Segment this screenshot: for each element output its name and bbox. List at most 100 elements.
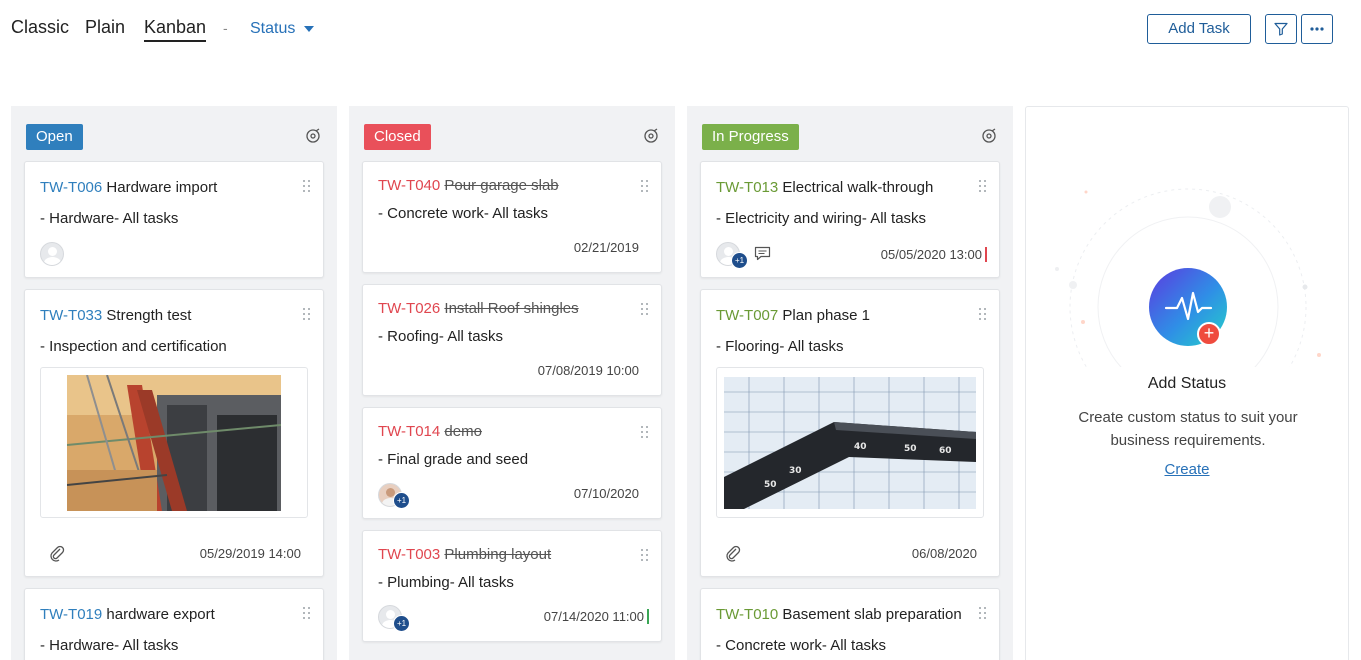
task-title[interactable]: TW-T019 hardware export [40,606,215,623]
task-id[interactable]: TW-T019 [40,606,102,623]
column-settings-icon[interactable] [981,128,997,144]
attachment-icon[interactable] [724,544,742,562]
column-settings-icon[interactable] [305,128,321,144]
task-title[interactable]: TW-T014 demo [378,423,482,440]
column-status-badge: Open [26,124,83,150]
svg-text:50: 50 [904,444,917,454]
task-id[interactable]: TW-T010 [716,606,778,623]
due-date-text: 05/05/2020 13:00 [880,247,982,262]
task-card[interactable]: TW-T014 demo - Final grade and seed +1 0… [362,407,662,519]
group-by-label: Status [250,20,296,37]
view-tab-plain[interactable]: Plain [85,17,125,38]
task-name[interactable]: Pour garage slab [444,177,558,194]
task-title[interactable]: TW-T033 Strength test [40,307,191,324]
task-card[interactable]: TW-T006 Hardware import - Hardware- All … [24,161,324,278]
task-list-name: - Concrete work- All tasks [378,205,549,222]
attachment-icon[interactable] [48,544,66,562]
construction-photo [67,375,281,511]
drag-handle-icon[interactable] [979,607,987,619]
task-id[interactable]: TW-T013 [716,179,778,196]
task-name[interactable]: Plumbing layout [444,546,551,563]
task-list-name: - Plumbing- All tasks [378,574,514,591]
more-icon [1310,27,1324,31]
more-button[interactable] [1301,14,1333,44]
filter-button[interactable] [1265,14,1297,44]
task-list-name: - Hardware- All tasks [40,210,179,227]
task-card[interactable]: TW-T026 Install Roof shingles - Roofing-… [362,284,662,396]
task-name[interactable]: demo [444,423,482,440]
column-status-badge: In Progress [702,124,799,150]
task-title[interactable]: TW-T040 Pour garage slab [378,177,559,194]
svg-text:60: 60 [939,446,952,456]
task-due-date: 07/14/2020 11:00 [544,609,649,624]
drag-handle-icon[interactable] [979,180,987,192]
task-name[interactable]: Plan phase 1 [782,307,870,324]
task-card[interactable]: TW-T010 Basement slab preparation - Conc… [700,588,1000,660]
kanban-column-closed: Closed TW-T040 Pour garage slab - Concre… [349,106,675,660]
drag-handle-icon[interactable] [303,308,311,320]
drag-handle-icon[interactable] [641,549,649,561]
task-card[interactable]: TW-T003 Plumbing layout - Plumbing- All … [362,530,662,642]
column-settings-icon[interactable] [643,128,659,144]
add-status-panel: + Add Status Create custom status to sui… [1025,106,1349,660]
additional-assignees-badge[interactable]: +1 [393,615,410,632]
additional-assignees-badge[interactable]: +1 [393,492,410,509]
task-title[interactable]: TW-T010 Basement slab preparation [716,606,962,623]
task-list-name: - Inspection and certification [40,338,227,355]
column-status-badge: Closed [364,124,431,150]
kanban-column-open: Open TW-T006 Hardware import - Hardware-… [11,106,337,660]
task-name[interactable]: Electrical walk-through [782,179,933,196]
task-title[interactable]: TW-T026 Install Roof shingles [378,300,579,317]
task-list-name: - Flooring- All tasks [716,338,844,355]
task-id[interactable]: TW-T007 [716,307,778,324]
task-card[interactable]: TW-T019 hardware export - Hardware- All … [24,588,324,660]
task-due-date: 06/08/2020 [911,546,977,561]
task-name[interactable]: Strength test [106,307,191,324]
task-name[interactable]: Install Roof shingles [444,300,578,317]
task-id[interactable]: TW-T014 [378,423,440,440]
task-name[interactable]: Basement slab preparation [782,606,961,623]
drag-handle-icon[interactable] [303,180,311,192]
kanban-column-in-progress: In Progress TW-T013 Electrical walk-thro… [687,106,1013,660]
drag-handle-icon[interactable] [303,607,311,619]
drag-handle-icon[interactable] [641,303,649,315]
add-task-button[interactable]: Add Task [1147,14,1251,44]
view-tab-kanban[interactable]: Kanban [144,17,207,42]
add-status-illustration [1055,188,1321,367]
task-id[interactable]: TW-T026 [378,300,440,317]
task-title[interactable]: TW-T007 Plan phase 1 [716,307,870,324]
group-by-dropdown[interactable]: Status [250,20,314,38]
attachment-thumbnail[interactable]: 50 60 40 50 30 [716,367,984,518]
create-status-link[interactable]: Create [1026,461,1348,478]
additional-assignees-badge[interactable]: +1 [731,252,748,269]
comment-icon[interactable] [754,246,771,261]
drag-handle-icon[interactable] [641,426,649,438]
task-due-date: 05/05/2020 13:00 [881,247,987,262]
drag-handle-icon[interactable] [641,180,649,192]
filter-icon [1274,22,1288,36]
due-date-text: 07/14/2020 11:00 [543,609,644,624]
svg-text:30: 30 [789,466,802,476]
task-title[interactable]: TW-T013 Electrical walk-through [716,179,933,196]
task-title[interactable]: TW-T003 Plumbing layout [378,546,551,563]
task-id[interactable]: TW-T006 [40,179,102,196]
task-card[interactable]: TW-T040 Pour garage slab - Concrete work… [362,161,662,273]
task-card[interactable]: TW-T013 Electrical walk-through - Electr… [700,161,1000,278]
task-list-name: - Concrete work- All tasks [716,637,887,654]
drag-handle-icon[interactable] [979,308,987,320]
svg-text:50: 50 [764,480,777,490]
task-card[interactable]: TW-T033 Strength test - Inspection and c… [24,289,324,577]
task-name[interactable]: Hardware import [106,179,217,196]
view-tab-classic[interactable]: Classic [11,17,69,38]
task-id[interactable]: TW-T040 [378,177,440,194]
chevron-down-icon [304,26,314,32]
top-bar: Classic Plain Kanban - Status Add Task [0,0,1361,60]
assignee-avatar[interactable] [40,242,64,266]
task-id[interactable]: TW-T033 [40,307,102,324]
task-list-name: - Roofing- All tasks [378,328,504,345]
task-title[interactable]: TW-T006 Hardware import [40,179,217,196]
task-card[interactable]: TW-T007 Plan phase 1 - Flooring- All tas… [700,289,1000,577]
task-name[interactable]: hardware export [106,606,214,623]
task-id[interactable]: TW-T003 [378,546,440,563]
attachment-thumbnail[interactable] [40,367,308,518]
